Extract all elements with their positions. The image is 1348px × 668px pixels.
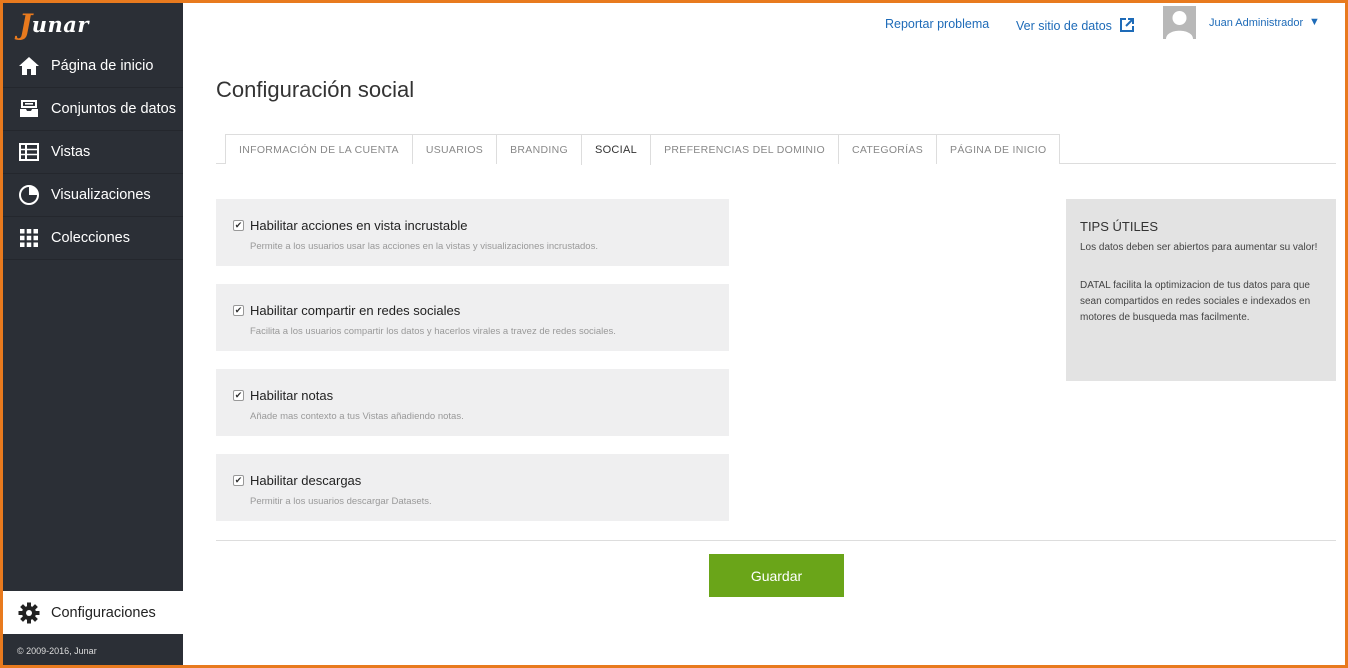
copyright-text: © 2009-2016, Junar — [17, 646, 97, 656]
report-problem-link[interactable]: Reportar problema — [885, 17, 989, 31]
sidebar-item-views[interactable]: Vistas — [3, 131, 183, 174]
option-title: Habilitar descargas — [250, 473, 362, 488]
pie-chart-icon — [17, 183, 41, 207]
view-data-site-link[interactable]: Ver sitio de datos — [1016, 18, 1135, 35]
sidebar-item-label: Conjuntos de datos — [51, 101, 176, 117]
sidebar-item-label: Visualizaciones — [51, 187, 151, 203]
tab-users[interactable]: USUARIOS — [411, 134, 498, 164]
sidebar-item-label: Configuraciones — [51, 604, 156, 621]
option-notes: ✔ Habilitar notas Añade mas contexto a t… — [216, 369, 729, 436]
sidebar-item-label: Página de inicio — [51, 58, 154, 74]
grid-icon — [17, 226, 41, 250]
option-description: Facilita a los usuarios compartir los da… — [250, 326, 616, 337]
logo-text: unar — [31, 11, 89, 37]
tab-domain-preferences[interactable]: PREFERENCIAS DEL DOMINIO — [650, 134, 839, 164]
user-menu-name[interactable]: Juan Administrador — [1209, 17, 1303, 29]
sidebar-item-label: Vistas — [51, 144, 91, 160]
inbox-icon — [17, 97, 41, 121]
tips-panel: TIPS ÚTILES Los datos deben ser abiertos… — [1066, 199, 1336, 381]
avatar[interactable] — [1163, 6, 1196, 39]
chevron-down-icon[interactable]: ▼ — [1309, 16, 1320, 28]
home-icon — [17, 54, 41, 78]
settings-tabs: INFORMACIÓN DE LA CUENTA USUARIOS BRANDI… — [216, 134, 1336, 165]
user-avatar-icon — [1166, 11, 1193, 39]
sidebar-item-home[interactable]: Página de inicio — [3, 45, 183, 88]
embed-actions-checkbox[interactable]: ✔ — [233, 220, 244, 231]
tips-title: TIPS ÚTILES — [1080, 219, 1159, 234]
tab-categories[interactable]: CATEGORÍAS — [837, 134, 938, 164]
downloads-checkbox[interactable]: ✔ — [233, 475, 244, 486]
option-title: Habilitar notas — [250, 388, 334, 403]
external-link-icon — [1120, 18, 1135, 35]
option-title: Habilitar acciones en vista incrustable — [250, 218, 468, 233]
sidebar-item-datasets[interactable]: Conjuntos de datos — [3, 88, 183, 131]
divider — [216, 540, 1336, 541]
social-share-checkbox[interactable]: ✔ — [233, 305, 244, 316]
option-description: Permite a los usuarios usar las acciones… — [250, 241, 598, 252]
view-data-site-label: Ver sitio de datos — [1016, 19, 1112, 33]
save-button[interactable]: Guardar — [709, 554, 844, 597]
app-window: Junar Página de inicio Conjuntos de dato… — [0, 0, 1348, 668]
sidebar-item-collections[interactable]: Colecciones — [3, 217, 183, 260]
option-downloads: ✔ Habilitar descargas Permitir a los usu… — [216, 454, 729, 521]
gear-icon — [17, 601, 41, 625]
sidebar-item-settings[interactable]: Configuraciones — [3, 591, 183, 634]
sidebar-item-visualizations[interactable]: Visualizaciones — [3, 174, 183, 217]
tab-home-page[interactable]: PÁGINA DE INICIO — [936, 134, 1061, 164]
junar-logo[interactable]: Junar — [3, 3, 183, 45]
option-embed-actions: ✔ Habilitar acciones en vista incrustabl… — [216, 199, 729, 266]
tips-paragraph: Los datos deben ser abiertos para aument… — [1080, 242, 1318, 253]
sidebar-item-label: Colecciones — [51, 230, 130, 246]
option-title: Habilitar compartir en redes sociales — [250, 303, 461, 318]
tab-social[interactable]: SOCIAL — [580, 134, 652, 165]
tab-account-info[interactable]: INFORMACIÓN DE LA CUENTA — [225, 134, 413, 164]
sidebar: Junar Página de inicio Conjuntos de dato… — [3, 3, 183, 665]
option-description: Permitir a los usuarios descargar Datase… — [250, 496, 432, 507]
tips-paragraph: DATAL facilita la optimizacion de tus da… — [1080, 280, 1311, 323]
tab-branding[interactable]: BRANDING — [496, 134, 582, 164]
logo-initial: J — [19, 7, 33, 41]
notes-checkbox[interactable]: ✔ — [233, 390, 244, 401]
option-social-share: ✔ Habilitar compartir en redes sociales … — [216, 284, 729, 351]
page-title: Configuración social — [216, 77, 415, 102]
option-description: Añade mas contexto a tus Vistas añadiend… — [250, 411, 464, 422]
table-icon — [17, 140, 41, 164]
